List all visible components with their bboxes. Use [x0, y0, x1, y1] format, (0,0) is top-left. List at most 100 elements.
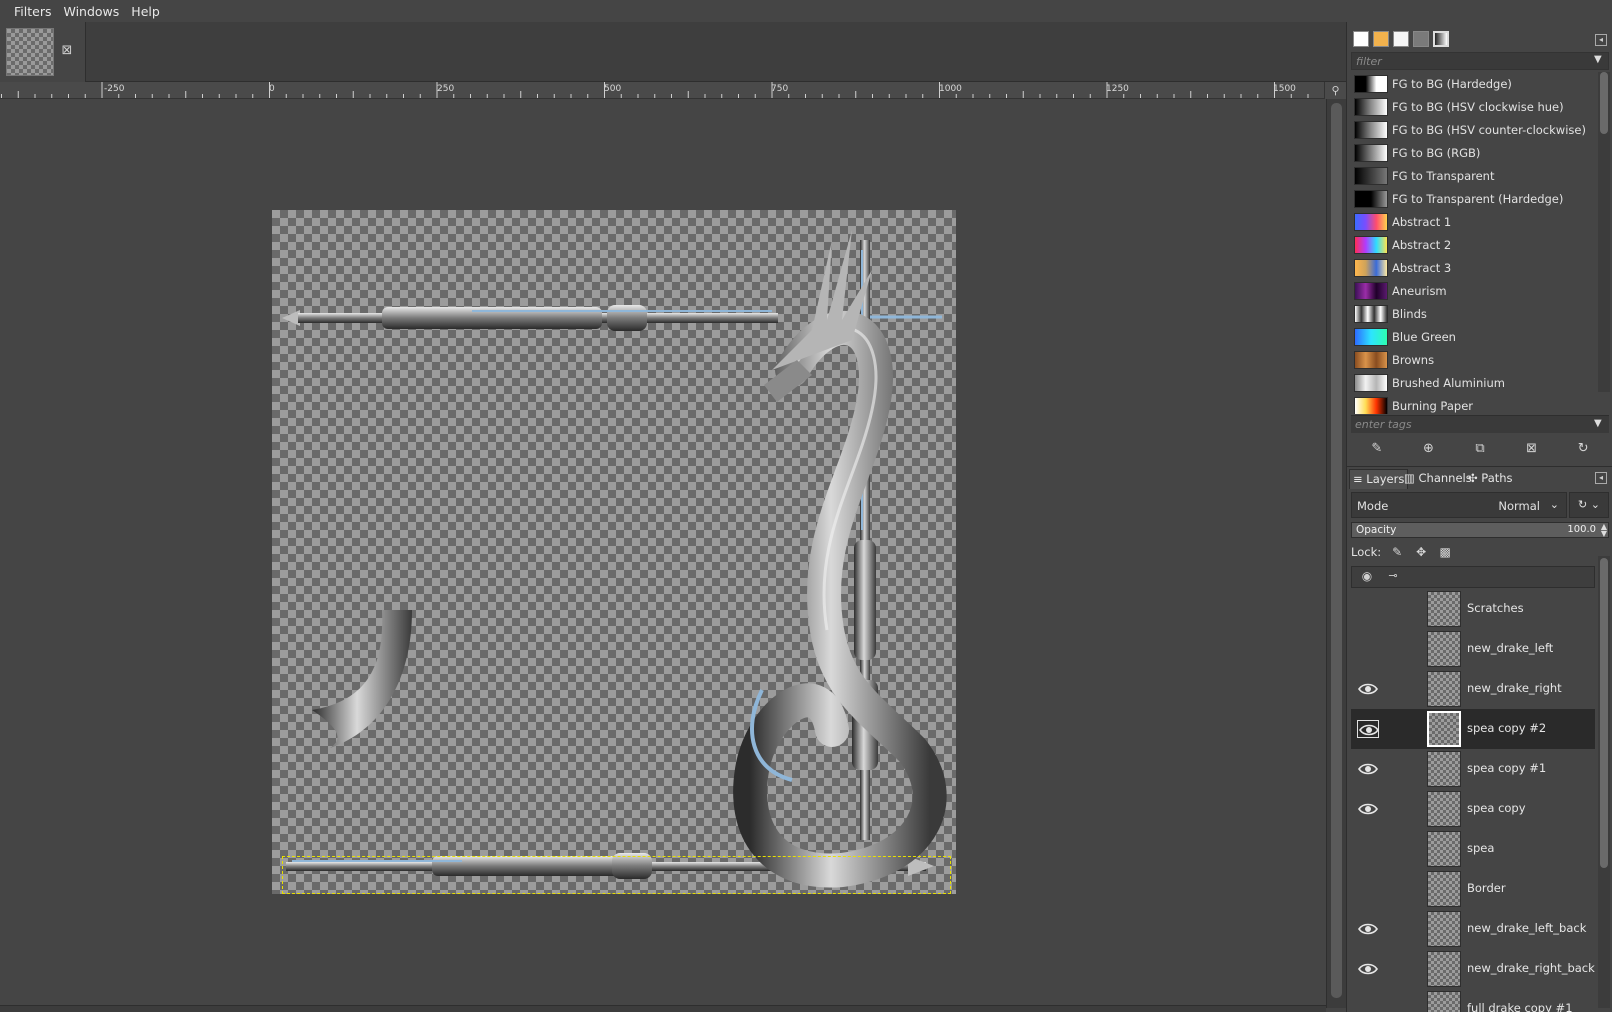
layer-thumbnail[interactable] — [1427, 791, 1461, 827]
layer-name[interactable]: spea copy #1 — [1467, 761, 1546, 775]
layer-thumbnail[interactable] — [1427, 671, 1461, 707]
lock-pixels-icon[interactable]: ✎ — [1389, 544, 1405, 560]
layer-name[interactable]: new_drake_right_back — [1467, 961, 1595, 975]
visibility-eye-icon[interactable] — [1357, 640, 1379, 658]
tab-layers[interactable]: ≡ Layers — [1349, 469, 1409, 489]
visibility-eye-icon[interactable] — [1357, 880, 1379, 898]
layer-name[interactable]: spea copy — [1467, 801, 1526, 815]
gradient-list-item[interactable]: FG to Transparent — [1351, 164, 1609, 187]
layers-list-scrollbar[interactable] — [1598, 556, 1610, 1008]
visibility-eye-icon[interactable] — [1357, 960, 1379, 978]
layer-thumbnail[interactable] — [1427, 591, 1461, 627]
layer-row[interactable]: new_drake_right — [1351, 669, 1595, 709]
menu-help[interactable]: Help — [125, 4, 166, 19]
gradient-list-item[interactable]: Abstract 3 — [1351, 256, 1609, 279]
gradient-list-scrollbar[interactable] — [1598, 72, 1610, 392]
gradient-list-item[interactable]: Aneurism — [1351, 279, 1609, 302]
layer-thumbnail[interactable] — [1427, 751, 1461, 787]
document-history-tab-icon[interactable] — [1413, 31, 1429, 47]
layer-name[interactable]: spea — [1467, 841, 1494, 855]
visibility-eye-icon[interactable] — [1357, 600, 1379, 618]
delete-gradient-icon[interactable]: ⊠ — [1523, 440, 1541, 458]
gradient-list-item[interactable]: Abstract 2 — [1351, 233, 1609, 256]
refresh-gradients-icon[interactable]: ↻ — [1574, 440, 1592, 458]
layer-thumbnail[interactable] — [1427, 911, 1461, 947]
layer-row[interactable]: new_drake_left_back — [1351, 909, 1595, 949]
gradient-filter-input[interactable]: filter — [1351, 52, 1609, 70]
menu-filters[interactable]: Filters — [8, 4, 57, 19]
gradient-list-item[interactable]: Browns — [1351, 348, 1609, 371]
spin-arrows-icon[interactable]: ▲ ▼ — [1601, 523, 1607, 538]
gradient-list-item[interactable]: Blue Green — [1351, 325, 1609, 348]
layer-row[interactable]: new_drake_right_back — [1351, 949, 1595, 989]
layer-name[interactable]: Scratches — [1467, 601, 1524, 615]
duplicate-gradient-icon[interactable]: ⧉ — [1471, 440, 1489, 458]
brushes-tab-icon[interactable] — [1353, 31, 1369, 47]
visibility-eye-icon[interactable] — [1357, 680, 1379, 698]
layer-row[interactable]: Scratches — [1351, 589, 1595, 629]
layer-row[interactable]: new_drake_left — [1351, 629, 1595, 669]
canvas-area[interactable] — [0, 99, 1326, 1008]
lock-position-icon[interactable]: ✥ — [1413, 544, 1429, 560]
dock-menu-icon[interactable]: ◂ — [1595, 34, 1607, 46]
chevron-down-icon[interactable]: ▼ — [1594, 418, 1608, 429]
layer-row[interactable]: spea copy #1 — [1351, 749, 1595, 789]
layer-row[interactable]: Border — [1351, 869, 1595, 909]
edit-gradient-icon[interactable]: ✎ — [1368, 440, 1386, 458]
gradient-list-item[interactable]: FG to BG (HSV clockwise hue) — [1351, 95, 1609, 118]
layer-thumbnail[interactable] — [1427, 831, 1461, 867]
layer-name[interactable]: new_drake_right — [1467, 681, 1562, 695]
canvas-vertical-scrollbar[interactable] — [1326, 99, 1346, 1008]
gradient-list-item[interactable]: FG to BG (RGB) — [1351, 141, 1609, 164]
patterns-tab-icon[interactable] — [1373, 31, 1389, 47]
fonts-tab-icon[interactable] — [1393, 31, 1409, 47]
image-tab[interactable]: ⊠ — [0, 22, 86, 82]
layer-name[interactable]: spea copy #2 — [1467, 721, 1546, 735]
mode-dropdown[interactable]: Mode Normal ⌄ — [1351, 492, 1567, 518]
visibility-eye-icon[interactable] — [1357, 1000, 1379, 1012]
gradient-list-item[interactable]: FG to BG (Hardedge) — [1351, 72, 1609, 95]
visibility-eye-icon[interactable] — [1357, 840, 1379, 858]
image-tab-thumbnail[interactable] — [6, 28, 54, 76]
gradient-list[interactable]: FG to BG (Hardedge) FG to BG (HSV clockwi… — [1351, 72, 1609, 414]
gradient-list-item[interactable]: Brushed Aluminium — [1351, 371, 1609, 394]
gradient-list-item[interactable]: Abstract 1 — [1351, 210, 1609, 233]
scrollbar-thumb[interactable] — [1600, 558, 1608, 868]
layer-thumbnail[interactable] — [1427, 951, 1461, 987]
tab-channels[interactable]: ▥ Channels — [1401, 469, 1475, 489]
horizontal-ruler[interactable]: -250 0 250 500 750 1000 1250 1500 — [0, 82, 1324, 99]
menu-windows[interactable]: Windows — [57, 4, 125, 19]
visibility-eye-icon[interactable] — [1357, 920, 1379, 938]
layer-name[interactable]: new_drake_left — [1467, 641, 1553, 655]
visibility-eye-icon[interactable] — [1357, 760, 1379, 778]
new-gradient-icon[interactable]: ⊕ — [1419, 440, 1437, 458]
image-canvas[interactable] — [272, 210, 956, 894]
scrollbar-thumb[interactable] — [1600, 72, 1608, 134]
gradient-list-item[interactable]: FG to BG (HSV counter-clockwise) — [1351, 118, 1609, 141]
scrollbar-thumb[interactable] — [1331, 103, 1342, 998]
layer-row[interactable]: spea copy — [1351, 789, 1595, 829]
tags-input[interactable]: enter tags — [1351, 415, 1609, 433]
close-icon[interactable]: ⊠ — [60, 44, 74, 58]
layer-row[interactable]: spea copy #2 — [1351, 709, 1595, 749]
zoom-icon[interactable]: ⚲ — [1324, 82, 1346, 99]
visibility-eye-icon[interactable] — [1357, 720, 1379, 738]
layer-row[interactable]: full drake copy #1 — [1351, 989, 1595, 1012]
canvas-horizontal-scrollbar[interactable] — [0, 1005, 1326, 1012]
gradient-list-item[interactable]: Burning Paper — [1351, 394, 1609, 414]
tab-paths[interactable]: ✣ Paths — [1465, 469, 1516, 489]
layer-thumbnail[interactable] — [1427, 631, 1461, 667]
layer-name[interactable]: new_drake_left_back — [1467, 921, 1586, 935]
layer-thumbnail[interactable] — [1427, 871, 1461, 907]
dock-menu-icon[interactable]: ◂ — [1595, 472, 1607, 484]
opacity-slider[interactable]: Opacity 100.0 ▲ ▼ — [1351, 522, 1609, 538]
layer-name[interactable]: full drake copy #1 — [1467, 1001, 1573, 1012]
layers-list[interactable]: Scratches new_drake_left new_drake_rightsp… — [1351, 589, 1595, 1012]
layer-name[interactable]: Border — [1467, 881, 1506, 895]
lock-alpha-icon[interactable]: ▩ — [1437, 544, 1453, 560]
layer-thumbnail[interactable] — [1427, 991, 1461, 1012]
gradients-tab-icon[interactable] — [1433, 31, 1449, 47]
mode-reset-icon[interactable]: ↻ ⌄ — [1569, 492, 1609, 518]
gradient-list-item[interactable]: Blinds — [1351, 302, 1609, 325]
gradient-list-item[interactable]: FG to Transparent (Hardedge) — [1351, 187, 1609, 210]
